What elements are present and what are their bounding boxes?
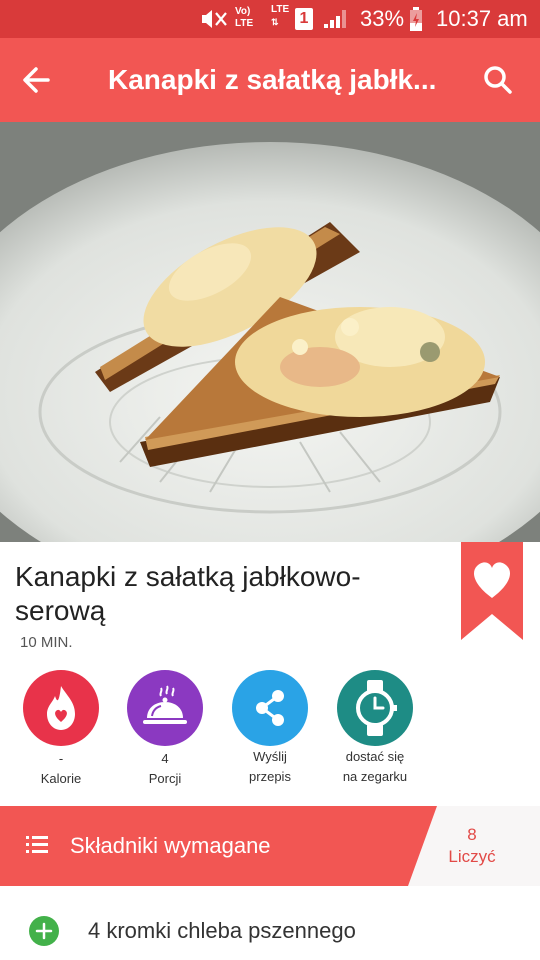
sandwich-plate-illustration — [0, 122, 540, 542]
recipe-time: 10 MIN. — [20, 634, 73, 651]
calories-button[interactable]: - Kalorie — [11, 670, 111, 788]
servings-button[interactable]: 4 Porcji — [115, 670, 215, 788]
heart-bookmark-icon — [461, 542, 523, 640]
app-bar: Kanapki z sałatką jabłk... — [0, 38, 540, 122]
data-arrows-icon: ⇅ — [271, 17, 279, 27]
battery-charging-icon — [410, 7, 422, 31]
mute-vibrate-icon — [202, 10, 227, 28]
ingredient-text: 4 kromki chleba pszennego — [88, 918, 356, 943]
servings-value: 4 — [161, 751, 169, 766]
calorie-flame-icon — [47, 686, 75, 730]
signal-icon — [324, 10, 346, 28]
serving-cloche-icon — [143, 685, 187, 724]
search-icon — [484, 66, 512, 94]
favorite-button[interactable] — [461, 542, 523, 640]
status-bar: Vo) LTE LTE ⇅ 1 33% 10:37 am — [0, 0, 540, 38]
watch-button[interactable]: dostać się na zegarku — [325, 670, 425, 786]
watch-circle — [337, 670, 413, 746]
plus-icon — [35, 922, 53, 940]
clock: 10:37 am — [436, 6, 528, 31]
screen: { "status_bar": { "volte_top": "Vo)", "v… — [0, 0, 540, 960]
calories-value: - — [58, 751, 64, 766]
lte-text: LTE — [271, 4, 290, 15]
calories-circle — [23, 670, 99, 746]
lte-indicator: LTE ⇅ — [271, 4, 291, 28]
recipe-photo — [0, 122, 540, 542]
share-circle — [232, 670, 308, 746]
ingredient-count-label: Liczyć — [448, 847, 496, 866]
volte-bottom-text: LTE — [235, 18, 254, 29]
ingredient-count: 8 — [467, 825, 477, 844]
share-label-line1: Wyślij — [253, 749, 287, 764]
ingredient-count-button[interactable]: 8 Liczyć — [420, 824, 524, 868]
list-item: 4 kromki chleba pszennego — [0, 886, 540, 960]
sim-number: 1 — [299, 10, 309, 27]
share-label-line2: przepis — [249, 769, 291, 784]
servings-label: Porcji — [148, 771, 182, 786]
ingredients-title: Składniki wymagane — [70, 833, 271, 858]
list-icon — [26, 836, 48, 853]
watch-label-line1: dostać się — [345, 749, 405, 764]
battery-percent: 33% — [360, 6, 405, 31]
back-arrow-icon — [23, 67, 50, 93]
servings-circle — [127, 670, 203, 746]
volte-top-text: Vo) — [235, 6, 251, 17]
watch-label-line2: na zegarku — [342, 769, 408, 784]
calories-label: Kalorie — [40, 771, 82, 786]
share-icon — [256, 690, 284, 726]
back-button[interactable] — [12, 56, 60, 104]
share-recipe-button[interactable]: Wyślij przepis — [220, 670, 320, 786]
sim-badge: 1 — [295, 8, 313, 30]
search-button[interactable] — [474, 56, 522, 104]
app-title: Kanapki z sałatką jabłk... — [108, 64, 437, 95]
add-ingredient-button[interactable] — [29, 916, 59, 946]
volte-indicator: Vo) LTE — [235, 6, 261, 30]
recipe-title: Kanapki z sałatką jabłkowo-serową — [15, 561, 361, 626]
ingredients-header: Składniki wymagane 8 Liczyć — [0, 806, 540, 886]
watch-icon — [356, 680, 397, 736]
